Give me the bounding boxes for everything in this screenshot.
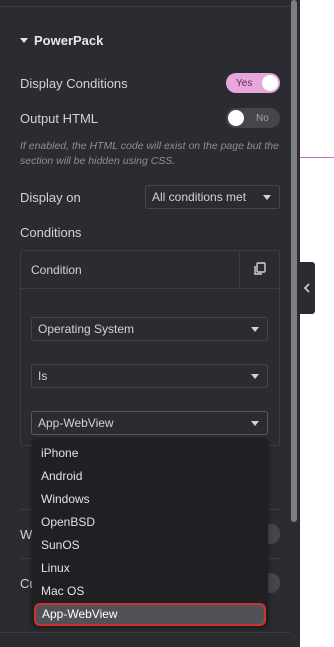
divider [239, 250, 240, 288]
output-html-label: Output HTML [20, 111, 99, 126]
condition-type-select[interactable]: Operating System [31, 317, 268, 341]
condition-value-dropdown: iPhone Android Windows OpenBSD SunOS Lin… [32, 438, 268, 626]
condition-type-value: Operating System [38, 322, 135, 336]
copy-icon[interactable] [253, 262, 267, 276]
caret-down-icon [263, 195, 271, 200]
caret-down-icon [20, 38, 28, 43]
dropdown-option[interactable]: Linux [32, 557, 268, 580]
condition-value-select[interactable]: App-WebView [31, 411, 268, 435]
conditions-label: Conditions [20, 225, 82, 240]
dropdown-option[interactable]: OpenBSD [32, 511, 268, 534]
condition-item-label: Condition [31, 263, 82, 277]
toggle-text: No [256, 112, 269, 124]
divider [0, 632, 290, 633]
condition-operator-value: Is [38, 369, 48, 383]
dropdown-option[interactable]: Android [32, 465, 268, 488]
section-header-powerpack[interactable]: PowerPack [20, 33, 103, 48]
caret-down-icon [251, 421, 259, 426]
dropdown-option-selected[interactable]: App-WebView [34, 603, 266, 626]
toggle-knob [262, 75, 278, 91]
section-outline [300, 157, 334, 158]
scrollbar-thumb[interactable] [291, 0, 297, 522]
condition-value-value: App-WebView [38, 416, 114, 430]
display-conditions-label: Display Conditions [20, 76, 128, 91]
dropdown-option[interactable]: iPhone [32, 442, 268, 465]
dropdown-option[interactable]: Windows [32, 488, 268, 511]
condition-item-header[interactable]: Condition [20, 250, 280, 289]
chevron-left-icon [303, 283, 310, 293]
caret-down-icon [251, 374, 259, 379]
preview-canvas [300, 0, 334, 647]
toggle-text: Yes [236, 77, 253, 89]
display-on-value: All conditions met [152, 190, 247, 204]
divider [0, 6, 290, 7]
hidden-row-label: W [20, 527, 33, 542]
editor-panel: PowerPack Display Conditions Yes Output … [0, 0, 290, 647]
display-conditions-toggle[interactable]: Yes [226, 73, 280, 93]
caret-down-icon [251, 327, 259, 332]
output-html-help: If enabled, the HTML code will exist on … [20, 140, 279, 167]
toggle-knob [228, 110, 244, 126]
dropdown-option[interactable]: Mac OS [32, 580, 268, 603]
dropdown-option[interactable]: SunOS [32, 534, 268, 557]
section-title: PowerPack [34, 33, 104, 48]
output-html-toggle[interactable]: No [226, 108, 280, 128]
display-on-select[interactable]: All conditions met [145, 185, 280, 209]
condition-operator-select[interactable]: Is [31, 364, 268, 388]
panel-collapse-button[interactable] [298, 262, 315, 314]
display-on-label: Display on [20, 190, 81, 205]
